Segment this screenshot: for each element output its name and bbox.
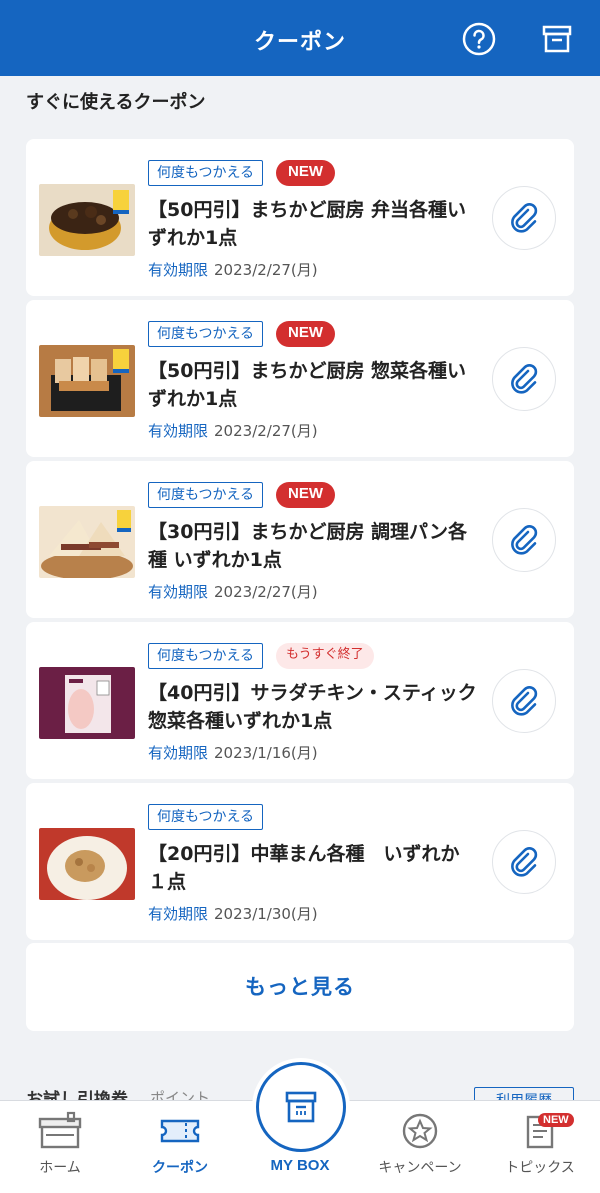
archive-button[interactable] xyxy=(540,22,574,56)
expiry-date: 2023/2/27(月) xyxy=(214,583,318,601)
expiry-label: 有効期限 xyxy=(148,744,209,762)
coupon-card[interactable]: 何度もつかえる 【20円引】中華まん各種 いずれか１点 有効期限 2023/1/3… xyxy=(26,783,574,940)
tab-home[interactable]: ホーム xyxy=(10,1111,110,1177)
coupon-expiry: 有効期限 2023/2/27(月) xyxy=(148,259,318,280)
coupon-image-chicken xyxy=(39,667,135,739)
reusable-tag: 何度もつかえる xyxy=(148,482,264,508)
paperclip-icon xyxy=(511,686,538,716)
expiry-label: 有効期限 xyxy=(148,905,209,923)
tab-campaign-label: キャンペーン xyxy=(378,1160,462,1176)
page-title: クーポン xyxy=(253,30,346,55)
paperclip-icon xyxy=(511,525,538,555)
paperclip-icon xyxy=(511,203,538,233)
tab-coupon-label: クーポン xyxy=(152,1160,208,1176)
coupon-expiry: 有効期限 2023/1/30(月) xyxy=(148,903,318,924)
ticket-icon xyxy=(160,1119,200,1143)
new-badge: NEW xyxy=(276,160,335,186)
clip-button[interactable] xyxy=(492,508,556,572)
coupon-expiry: 有効期限 2023/2/27(月) xyxy=(148,420,318,441)
paperclip-icon xyxy=(511,364,538,394)
app-header: クーポン xyxy=(0,0,600,76)
expiry-date: 2023/2/27(月) xyxy=(214,261,318,279)
new-badge: NEW xyxy=(276,482,335,508)
expiry-date: 2023/1/16(月) xyxy=(214,744,318,762)
question-circle-icon xyxy=(462,22,496,56)
expiry-label: 有効期限 xyxy=(148,422,209,440)
mybox-button[interactable] xyxy=(256,1062,346,1152)
star-badge-icon xyxy=(402,1113,438,1149)
store-icon xyxy=(38,1111,82,1149)
coupon-image-bun xyxy=(39,828,135,900)
coupon-image-bento xyxy=(39,184,135,256)
paperclip-icon xyxy=(511,847,538,877)
see-more-button[interactable]: もっと見る xyxy=(26,943,574,1031)
clip-button[interactable] xyxy=(492,830,556,894)
mybox-label: MY BOX xyxy=(270,1157,330,1174)
new-badge: NEW xyxy=(276,321,335,347)
expiry-date: 2023/2/27(月) xyxy=(214,422,318,440)
coupon-card[interactable]: 何度もつかえる NEW 【50円引】まちかど厨房 惣菜各種いずれか1点 有効期限… xyxy=(26,300,574,457)
section-title: すぐに使えるクーポン xyxy=(26,92,206,113)
coupon-title: 【20円引】中華まん各種 いずれか１点 xyxy=(148,843,460,893)
expiry-label: 有効期限 xyxy=(148,583,209,601)
archive-box-icon xyxy=(542,25,572,53)
expiry-label: 有効期限 xyxy=(148,261,209,279)
tab-coupon[interactable]: クーポン xyxy=(130,1111,230,1177)
coupon-expiry: 有効期限 2023/1/16(月) xyxy=(148,742,318,763)
coupon-title: 【30円引】まちかど厨房 調理パン各種 いずれか1点 xyxy=(148,521,468,571)
clip-button[interactable] xyxy=(492,186,556,250)
tab-campaign[interactable]: キャンペーン xyxy=(370,1111,470,1177)
clip-button[interactable] xyxy=(492,669,556,733)
coupon-expiry: 有効期限 2023/2/27(月) xyxy=(148,581,318,602)
coupon-card[interactable]: 何度もつかえる NEW 【30円引】まちかど厨房 調理パン各種 いずれか1点 有… xyxy=(26,461,574,618)
coupon-title: 【40円引】サラダチキン・スティック惣菜各種いずれか1点 xyxy=(148,682,477,732)
expiry-date: 2023/1/30(月) xyxy=(214,905,318,923)
reusable-tag: 何度もつかえる xyxy=(148,321,264,347)
coupon-card[interactable]: 何度もつかえる もうすぐ終了 【40円引】サラダチキン・スティック惣菜各種いずれ… xyxy=(26,622,574,779)
ending-soon-badge: もうすぐ終了 xyxy=(276,643,374,669)
reusable-tag: 何度もつかえる xyxy=(148,160,264,186)
tab-topics-label: トピックス xyxy=(505,1160,575,1176)
coupon-image-sandwich xyxy=(39,506,135,578)
help-button[interactable] xyxy=(462,22,496,56)
clip-button[interactable] xyxy=(492,347,556,411)
tab-home-label: ホーム xyxy=(39,1160,81,1176)
coupon-image-katsu xyxy=(39,345,135,417)
coupon-title: 【50円引】まちかど厨房 惣菜各種いずれか1点 xyxy=(148,360,467,410)
reusable-tag: 何度もつかえる xyxy=(148,804,264,830)
reusable-tag: 何度もつかえる xyxy=(148,643,264,669)
coupon-title: 【50円引】まちかど厨房 弁当各種いずれか1点 xyxy=(148,199,467,249)
archive-box-icon xyxy=(285,1091,317,1123)
topics-new-badge: NEW xyxy=(538,1113,574,1127)
coupon-card[interactable]: 何度もつかえる NEW 【50円引】まちかど厨房 弁当各種いずれか1点 有効期限… xyxy=(26,139,574,296)
